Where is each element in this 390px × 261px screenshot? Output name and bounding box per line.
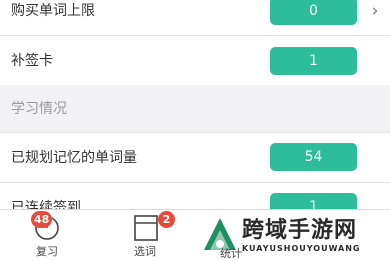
settings-row-makeup-card[interactable]: 补签卡 1 xyxy=(0,36,390,86)
watermark-title: 跨域手游网 xyxy=(242,218,358,243)
book-icon xyxy=(134,215,158,241)
planned-words-value-button[interactable]: 54 xyxy=(270,143,357,171)
tab-label: 选词 xyxy=(134,245,156,258)
review-count-badge: 48 xyxy=(31,211,53,228)
section-title: 学习情况 xyxy=(11,101,67,117)
word-limit-value-button[interactable]: 0 xyxy=(270,0,357,25)
chevron-right-icon[interactable]: › xyxy=(358,0,390,25)
row-label: 补签卡 xyxy=(11,53,53,69)
row-label: 购买单词上限 xyxy=(11,3,95,19)
makeup-card-value-button[interactable]: 1 xyxy=(270,47,357,75)
select-words-count-badge: 2 xyxy=(158,211,175,228)
tab-label: 复习 xyxy=(36,245,58,258)
tab-statistics-label[interactable]: 统计 xyxy=(220,245,242,261)
watermark-subtitle: KUAYUSHOUYOUWANG xyxy=(242,244,361,253)
tab-review[interactable]: 48 复习 xyxy=(12,210,82,260)
settings-row-planned-words[interactable]: 已规划记忆的单词量 54 xyxy=(0,133,390,183)
tab-select-words[interactable]: 2 选词 xyxy=(110,210,180,260)
watermark-logo: 跨域手游网 KUAYUSHOUYOUWANG 统计 xyxy=(198,212,390,260)
row-label: 已规划记忆的单词量 xyxy=(11,150,137,166)
section-header-study: 学习情况 xyxy=(0,85,390,133)
settings-row-word-limit[interactable]: 购买单词上限 0 › xyxy=(0,0,390,36)
